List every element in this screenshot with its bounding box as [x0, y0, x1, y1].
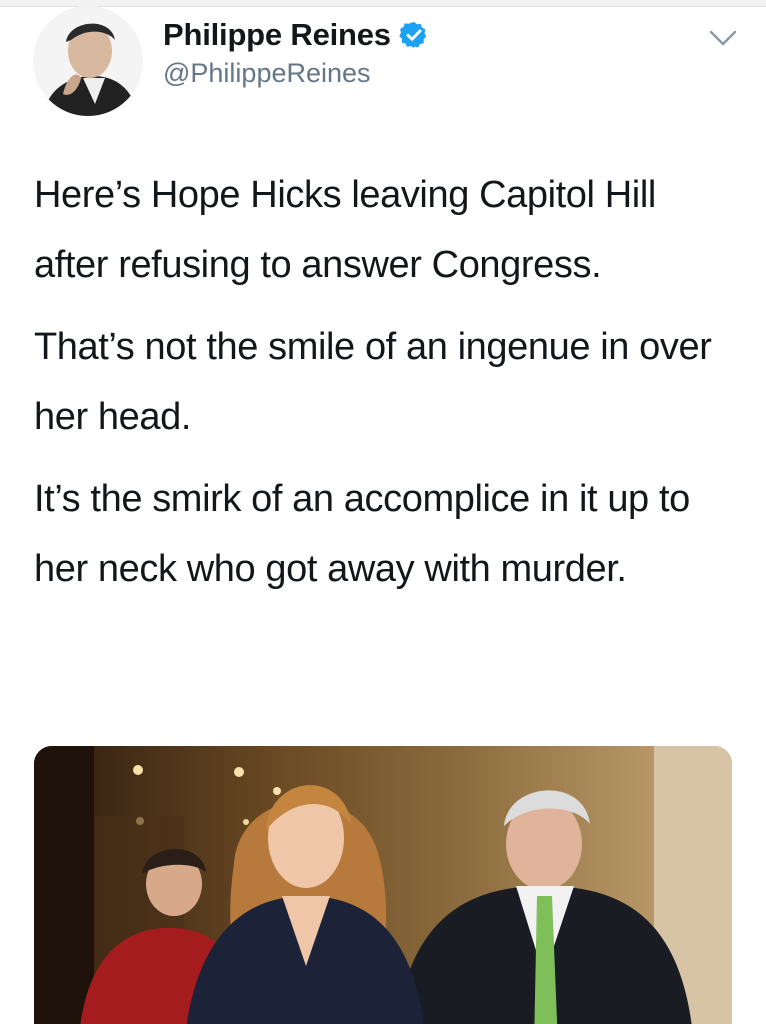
avatar-image: [33, 6, 143, 116]
media-image: [34, 746, 732, 1024]
verified-badge-icon: [399, 21, 427, 49]
tweet-screen: Philippe Reines @PhilippeReines Here’s H…: [0, 0, 766, 1024]
tweet-paragraph: It’s the smirk of an accomplice in it up…: [34, 478, 690, 590]
user-handle[interactable]: @PhilippeReines: [163, 58, 371, 89]
tweet-paragraph: That’s not the smile of an ingenue in ov…: [34, 326, 712, 438]
chevron-down-icon[interactable]: [703, 24, 743, 54]
tweet-media-photo[interactable]: [34, 746, 732, 1024]
avatar[interactable]: [33, 6, 143, 116]
author-name-row: Philippe Reines: [163, 14, 429, 56]
top-divider: [0, 0, 766, 7]
tweet-text: Here’s Hope Hicks leaving Capitol Hill a…: [34, 160, 734, 604]
tweet-paragraph: Here’s Hope Hicks leaving Capitol Hill a…: [34, 174, 656, 286]
display-name[interactable]: Philippe Reines: [163, 17, 391, 53]
